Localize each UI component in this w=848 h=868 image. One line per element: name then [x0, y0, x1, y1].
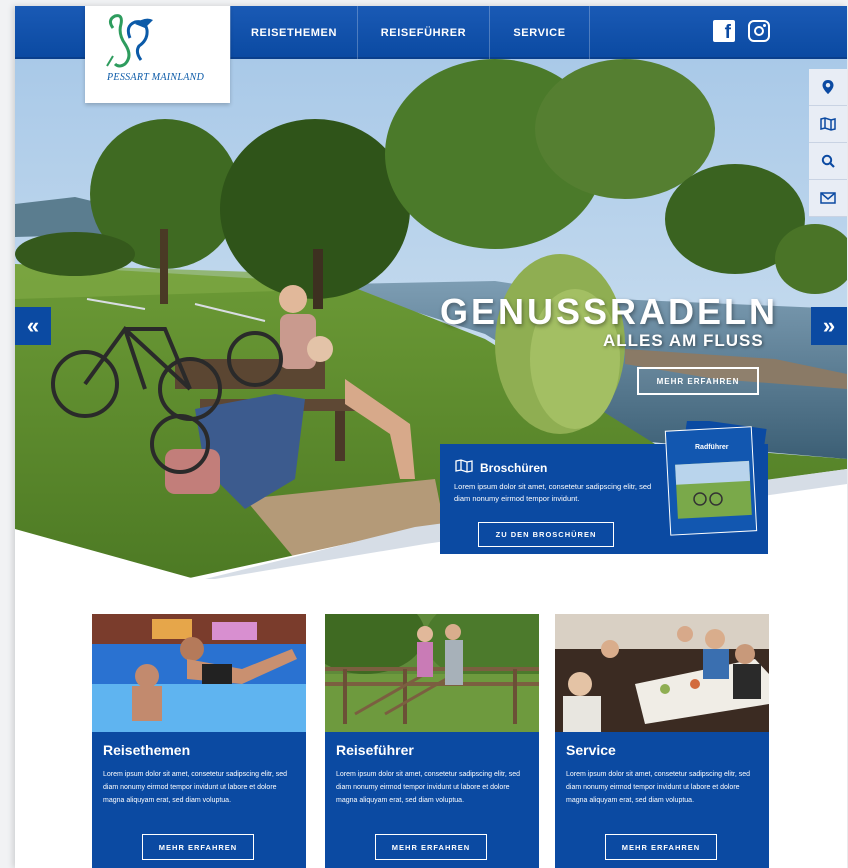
- instagram-icon[interactable]: [748, 20, 770, 42]
- nav-item-reisefuehrer[interactable]: REISEFÜHRER: [357, 6, 489, 59]
- nav-item-reisethemen[interactable]: REISETHEMEN: [230, 6, 357, 59]
- card-image-spa: [92, 614, 306, 732]
- brochure-text: Lorem ipsum dolor sit amet, consetetur s…: [454, 482, 652, 503]
- card-more-button[interactable]: MEHR ERFAHREN: [375, 834, 487, 860]
- card-title: Reiseführer: [336, 742, 414, 758]
- page: GENUSSRADELN ALLES AM FLUSS MEHR ERFAHRE…: [15, 6, 847, 868]
- map-button[interactable]: [809, 106, 847, 143]
- search-icon: [821, 154, 835, 168]
- brochure-title: Broschüren: [480, 461, 548, 475]
- logo-text: PESSART MAINLAND: [107, 72, 205, 83]
- facebook-icon[interactable]: f: [713, 20, 735, 43]
- card-text: Lorem ipsum dolor sit amet, consetetur s…: [336, 771, 521, 804]
- card-more-button[interactable]: MEHR ERFAHREN: [605, 834, 717, 860]
- logo[interactable]: PESSART MAINLAND: [85, 6, 230, 103]
- slider-next-button[interactable]: »: [811, 307, 847, 345]
- card-title: Reisethemen: [103, 742, 191, 758]
- double-chevron-right-icon: »: [822, 313, 836, 338]
- brochure-button[interactable]: ZU DEN BROSCHÜREN: [478, 522, 614, 547]
- hero-more-button[interactable]: MEHR ERFAHREN: [637, 367, 759, 395]
- card-reisefuehrer: Reiseführer Lorem ipsum dolor sit amet, …: [325, 614, 539, 868]
- card-title: Service: [566, 742, 616, 758]
- mail-button[interactable]: [809, 180, 847, 217]
- search-button[interactable]: [809, 143, 847, 180]
- card-more-button[interactable]: MEHR ERFAHREN: [142, 834, 254, 860]
- brochure-map-icon: [455, 459, 473, 473]
- card-text: Lorem ipsum dolor sit amet, consetetur s…: [566, 771, 751, 804]
- hero-subtitle: ALLES AM FLUSS: [603, 331, 764, 350]
- double-chevron-left-icon: «: [26, 313, 40, 338]
- card-text: Lorem ipsum dolor sit amet, consetetur s…: [103, 771, 288, 804]
- mail-icon: [820, 192, 836, 204]
- location-icon: [822, 80, 834, 94]
- card-image-dinner: [555, 614, 769, 732]
- card-service: Service Lorem ipsum dolor sit amet, cons…: [555, 614, 769, 868]
- card-image-hikers: [325, 614, 539, 732]
- location-button[interactable]: [809, 69, 847, 106]
- heron-logo-icon: [106, 14, 153, 68]
- map-icon: [820, 117, 836, 131]
- brochure-magazine-image: Radführer: [664, 421, 767, 536]
- magazine-title: Radführer: [695, 444, 729, 451]
- hero-title: GENUSSRADELN: [440, 291, 779, 332]
- nav-item-service[interactable]: SERVICE: [489, 6, 590, 59]
- card-reisethemen: Reisethemen Lorem ipsum dolor sit amet, …: [92, 614, 306, 868]
- slider-prev-button[interactable]: «: [15, 307, 51, 345]
